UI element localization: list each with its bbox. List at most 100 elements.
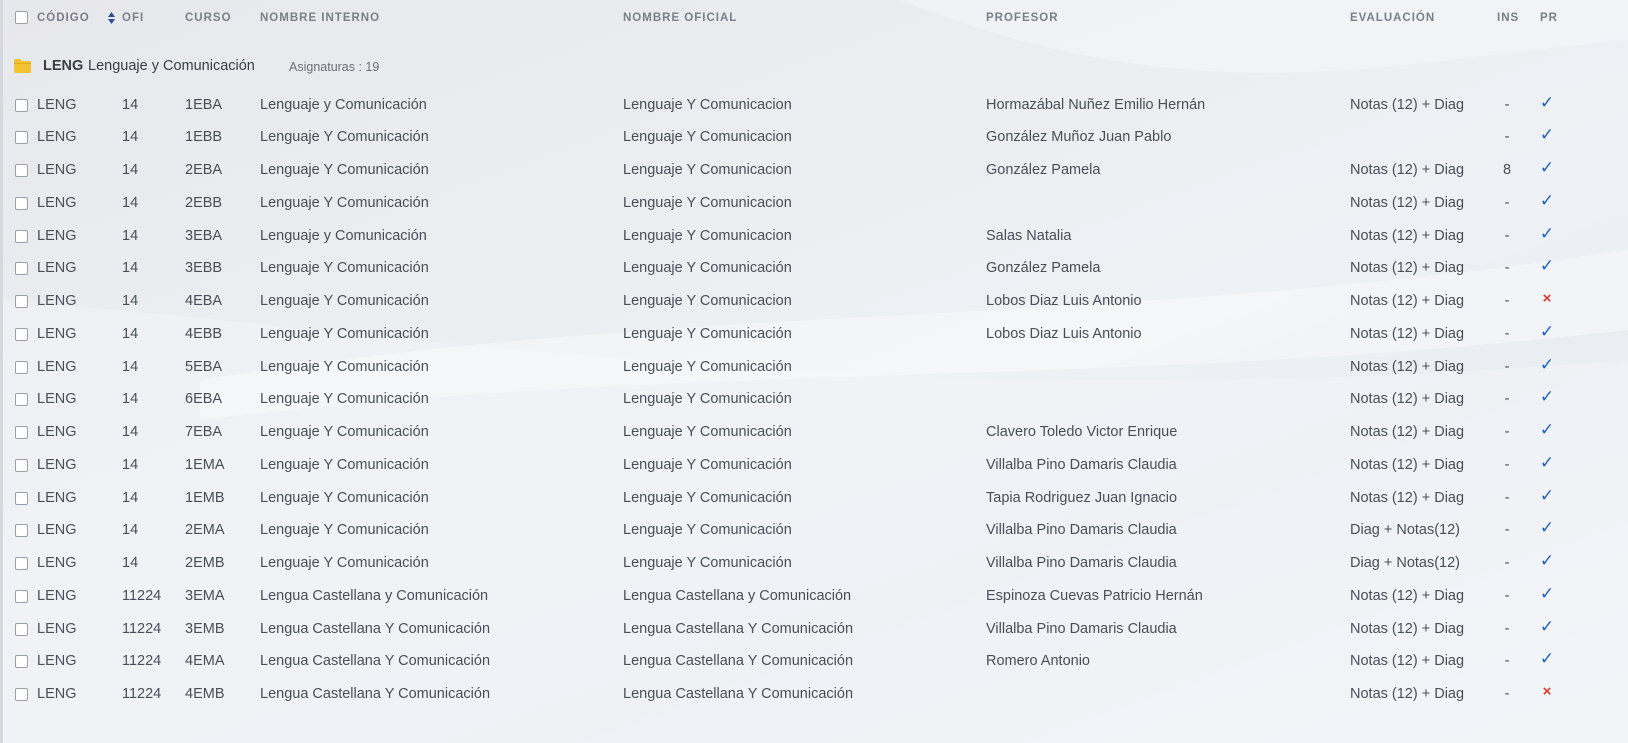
table-row[interactable]: LENG 14 2EMB Lenguaje Y Comunicación Lenguaj… xyxy=(0,547,1628,580)
cell-nombre-interno[interactable]: Lenguaje Y Comunicación xyxy=(260,195,429,211)
check-icon: ✓ xyxy=(1539,616,1555,636)
table-row[interactable]: LENG 14 4EBB Lenguaje Y Comunicación Lenguaj… xyxy=(0,318,1628,351)
row-checkbox[interactable] xyxy=(15,557,28,570)
header-evaluacion[interactable]: EVALUACIÓN xyxy=(1350,12,1435,24)
cell-nombre-interno[interactable]: Lengua Castellana Y Comunicación xyxy=(260,621,490,637)
table-row[interactable]: LENG 14 6EBA Lenguaje Y Comunicación Lenguaj… xyxy=(0,383,1628,416)
table-row[interactable]: LENG 14 1EMB Lenguaje Y Comunicación Lenguaj… xyxy=(0,482,1628,515)
table-row[interactable]: LENG 14 2EBB Lenguaje Y Comunicación Lenguaj… xyxy=(0,187,1628,220)
check-icon: ✓ xyxy=(1539,583,1555,603)
row-checkbox[interactable] xyxy=(15,622,28,636)
table-row[interactable]: LENG 14 3EBB Lenguaje Y Comunicación Lenguaj… xyxy=(0,252,1628,285)
row-checkbox[interactable] xyxy=(15,360,28,374)
group-header[interactable]: LENG Lenguaje y Comunicación Asignaturas… xyxy=(0,50,1628,84)
cell-profesor: Villalba Pino Damaris Claudia xyxy=(986,620,1177,637)
row-checkbox[interactable] xyxy=(15,229,28,243)
cell-evaluacion: Notas (12) + Diag xyxy=(1350,489,1465,506)
table-row[interactable]: LENG 11224 3EMB Lengua Castellana Y Comunic… xyxy=(0,613,1628,646)
row-checkbox[interactable] xyxy=(15,131,28,145)
header-nombre-oficial[interactable]: NOMBRE OFICIAL xyxy=(623,12,737,24)
row-checkbox[interactable] xyxy=(15,327,28,341)
table-row[interactable]: LENG 14 2EMA Lenguaje Y Comunicación Lenguaj… xyxy=(0,514,1628,547)
cell-ofi: 11224 xyxy=(122,653,162,670)
table-row[interactable]: LENG 11224 3EMA Lengua Castellana y Comunic… xyxy=(0,580,1628,613)
cell-nombre-interno[interactable]: Lenguaje Y Comunicación xyxy=(260,359,429,375)
cell-nombre-interno[interactable]: Lenguaje Y Comunicación xyxy=(260,162,429,178)
table-row[interactable]: LENG 14 1EMA Lenguaje Y Comunicación Lenguaj… xyxy=(0,449,1628,482)
cell-nombre-oficial: Lenguaje Y Comunicación xyxy=(623,358,792,375)
cell-nombre-interno[interactable]: Lenguaje Y Comunicación xyxy=(260,555,429,571)
cell-nombre-interno[interactable]: Lengua Castellana Y Comunicación xyxy=(260,686,490,702)
row-checkbox[interactable] xyxy=(15,393,28,407)
cell-curso: 4EBB xyxy=(185,325,223,342)
row-checkbox[interactable] xyxy=(15,458,28,472)
cell-codigo: LENG xyxy=(37,456,77,473)
select-all-checkbox[interactable] xyxy=(15,11,28,24)
row-checkbox[interactable] xyxy=(15,196,28,210)
table-row[interactable]: LENG 14 7EBA Lenguaje Y Comunicación Lenguaj… xyxy=(0,416,1628,449)
table-row[interactable]: LENG 14 4EBA Lenguaje Y Comunicación Lenguaj… xyxy=(0,285,1628,318)
row-checkbox[interactable] xyxy=(15,426,28,439)
cell-curso: 2EMB xyxy=(185,555,225,571)
table-row[interactable]: LENG 14 2EBA Lenguaje Y Comunicación Lenguaj… xyxy=(0,154,1628,187)
cell-ins: - xyxy=(1504,391,1510,408)
cell-nombre-interno[interactable]: Lenguaje Y Comunicación xyxy=(260,391,429,407)
cell-nombre-interno[interactable]: Lenguaje y Comunicación xyxy=(260,97,427,113)
cell-evaluacion: Notas (12) + Diag xyxy=(1350,587,1465,604)
row-checkbox[interactable] xyxy=(15,164,28,177)
check-icon: ✓ xyxy=(1539,158,1555,177)
cell-profesor: Salas Natalia xyxy=(986,227,1072,244)
sort-icon[interactable] xyxy=(108,12,115,24)
cell-evaluacion: Notas (12) + Diag xyxy=(1350,653,1465,670)
cell-nombre-interno[interactable]: Lenguaje y Comunicación xyxy=(260,228,427,244)
cell-nombre-interno[interactable]: Lenguaje Y Comunicación xyxy=(260,293,429,309)
cell-nombre-interno[interactable]: Lenguaje Y Comunicación xyxy=(260,260,429,276)
row-checkbox[interactable] xyxy=(15,262,28,276)
row-checkbox[interactable] xyxy=(15,98,28,112)
row-checkbox[interactable] xyxy=(15,491,28,505)
header-ins[interactable]: INS xyxy=(1497,12,1519,24)
header-ofi[interactable]: OFI xyxy=(122,12,144,24)
row-checkbox[interactable] xyxy=(15,688,28,701)
cell-nombre-interno[interactable]: Lengua Castellana y Comunicación xyxy=(260,588,488,604)
cell-evaluacion: Notas (12) + Diag xyxy=(1350,358,1465,375)
row-checkbox[interactable] xyxy=(15,589,28,603)
cell-codigo: LENG xyxy=(37,522,77,539)
cell-nombre-interno[interactable]: Lengua Castellana Y Comunicación xyxy=(260,653,490,669)
row-checkbox[interactable] xyxy=(15,295,28,308)
table-row[interactable]: LENG 14 3EBA Lenguaje y Comunicación Lenguaj… xyxy=(0,220,1628,253)
cell-nombre-interno[interactable]: Lenguaje Y Comunicación xyxy=(260,457,429,473)
group-name: Lenguaje y Comunicación xyxy=(88,58,255,74)
cell-ofi: 14 xyxy=(122,391,139,408)
cross-icon: × xyxy=(1542,683,1552,700)
cell-nombre-interno[interactable]: Lenguaje Y Comunicación xyxy=(260,129,429,145)
cell-codigo: LENG xyxy=(37,358,77,375)
cell-profesor: González Pamela xyxy=(986,162,1101,178)
row-checkbox[interactable] xyxy=(15,655,28,669)
cell-curso: 2EBA xyxy=(185,162,223,178)
cell-ofi: 14 xyxy=(122,456,139,473)
cell-curso: 3EBB xyxy=(185,260,223,277)
cell-nombre-oficial: Lenguaje Y Comunicacion xyxy=(623,162,792,178)
cell-nombre-interno[interactable]: Lenguaje Y Comunicación xyxy=(260,424,429,440)
table-row[interactable]: LENG 11224 4EMA Lengua Castellana Y Comunic… xyxy=(0,645,1628,678)
header-pr[interactable]: PR xyxy=(1540,12,1558,24)
header-profesor[interactable]: PROFESOR xyxy=(986,12,1059,24)
table-row[interactable]: LENG 11224 4EMB Lengua Castellana Y Comunic… xyxy=(0,678,1628,711)
check-icon: ✓ xyxy=(1539,92,1555,112)
check-icon: ✓ xyxy=(1539,518,1555,538)
cell-nombre-interno[interactable]: Lenguaje Y Comunicación xyxy=(260,490,429,506)
cell-codigo: LENG xyxy=(37,129,77,146)
table-row[interactable]: LENG 14 1EBA Lenguaje y Comunicación Lenguaj… xyxy=(0,89,1628,122)
check-icon: ✓ xyxy=(1539,354,1555,374)
header-nombre-interno[interactable]: NOMBRE INTERNO xyxy=(260,12,380,24)
table-row[interactable]: LENG 14 1EBB Lenguaje Y Comunicación Lenguaj… xyxy=(0,121,1628,154)
row-checkbox[interactable] xyxy=(15,524,28,538)
header-codigo[interactable]: CÓDIGO xyxy=(37,12,90,24)
cell-evaluacion: Notas (12) + Diag xyxy=(1350,686,1465,702)
cell-nombre-interno[interactable]: Lenguaje Y Comunicación xyxy=(260,326,429,342)
cell-nombre-interno[interactable]: Lenguaje Y Comunicación xyxy=(260,522,429,538)
table-row[interactable]: LENG 14 5EBA Lenguaje Y Comunicación Lenguaj… xyxy=(0,351,1628,384)
header-curso[interactable]: CURSO xyxy=(185,12,232,24)
cell-codigo: LENG xyxy=(37,424,77,440)
